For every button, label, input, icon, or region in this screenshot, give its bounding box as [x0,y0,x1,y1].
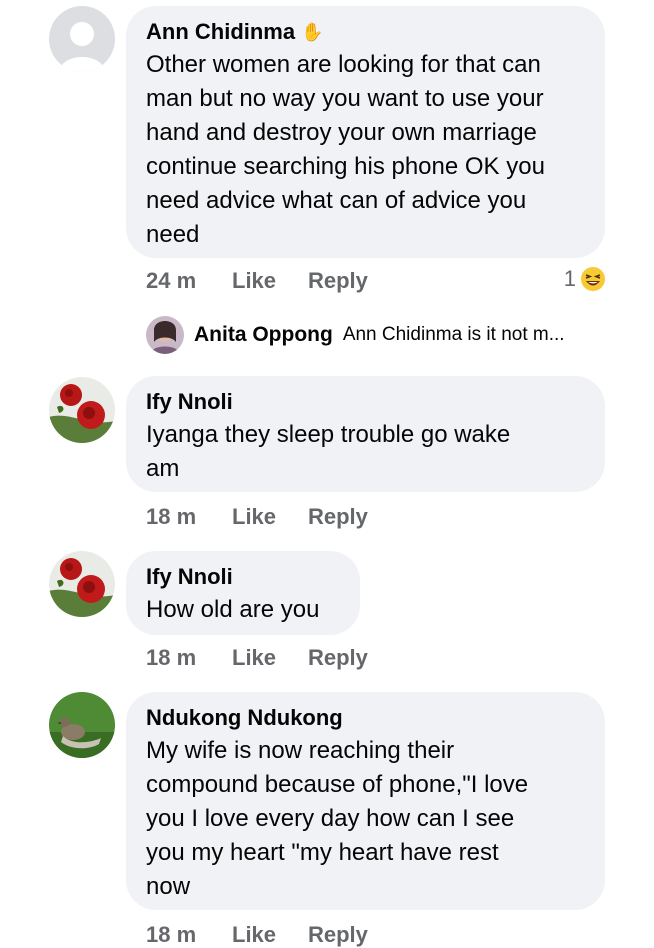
avatar[interactable] [49,377,115,443]
comment-author[interactable]: Ify Nnoli [146,388,233,416]
comment-actions: 18 m Like Reply [146,645,368,671]
reply-preview[interactable]: Anita Oppong Ann Chidinma is it not m... [146,316,565,354]
comment-bubble: Ify Nnoli How old are you [126,551,360,635]
comment-bubble: Ify Nnoli Iyanga they sleep trouble go w… [126,376,605,492]
like-button[interactable]: Like [232,922,308,948]
comment-text: My wife is now reaching their compound b… [146,734,585,904]
reply-button[interactable]: Reply [308,504,368,530]
rose-photo-icon [49,551,115,617]
reaction-summary[interactable]: 1 [564,266,606,292]
reaction-count: 1 [563,266,576,291]
avatar[interactable] [49,551,115,617]
comment-text-line: How old are you [146,596,320,623]
comment-author[interactable]: Ndukong Ndukong [146,704,343,732]
comment-actions: 18 m Like Reply [146,504,368,530]
avatar [146,316,184,354]
comment-text-line: Other women are looking for that can [146,51,541,78]
waving-hand-icon: ✋ [301,22,324,42]
default-profile-icon [49,6,115,72]
comment-text-line: continue searching his phone OK you [146,153,545,180]
comment-author[interactable]: Ify Nnoli [146,563,233,591]
comment-author-row: Ify Nnoli [146,388,585,416]
reply-author[interactable]: Anita Oppong [194,323,333,347]
reply-snippet: Ann Chidinma is it not m... [342,324,565,345]
rose-photo-icon [49,377,115,443]
comment-time: 18 m [146,922,197,947]
reply-button[interactable]: Reply [308,922,368,948]
comment-text: Other women are looking for that can man… [146,48,585,252]
comment-bubble: Ndukong Ndukong My wife is now reaching … [126,692,605,910]
avatar[interactable] [49,692,115,758]
laughing-emoji-icon [581,267,605,291]
comment-text-line: you I love every day how can I see [146,805,515,832]
avatar[interactable] [49,6,115,72]
bird-photo-icon [49,692,115,758]
comment-author-row: Ndukong Ndukong [146,704,585,732]
reply-button[interactable]: Reply [308,645,368,671]
like-button[interactable]: Like [232,504,308,530]
comment-text-line: hand and destroy your own marriage [146,119,537,146]
comment-text-line: am [146,455,180,482]
comment-time: 18 m [146,645,197,670]
like-button[interactable]: Like [232,645,308,671]
comment-text-line: compound because of phone,"I love [146,771,529,798]
comment-text-line: man but no way you want to use your [146,85,544,112]
comment-text-line: need [146,221,200,248]
comment-time: 18 m [146,504,197,529]
comment-actions: 24 m Like Reply [146,268,368,294]
comment-text-line: need advice what can of advice you [146,187,527,214]
like-button[interactable]: Like [232,268,308,294]
comment-text-line: now [146,873,191,900]
comment-bubble: Ann Chidinma ✋ Other women are looking f… [126,6,605,258]
comment-text: How old are you [146,593,340,627]
comment-actions: 18 m Like Reply [146,922,368,948]
comment-text-line: you my heart "my heart have rest [146,839,499,866]
profile-photo-icon [146,316,184,354]
reply-button[interactable]: Reply [308,268,368,294]
comment-text-line: Iyanga they sleep trouble go wake [146,421,511,448]
comment-time: 24 m [146,268,197,293]
comment-author-row: Ann Chidinma ✋ [146,18,585,46]
comment-text-line: My wife is now reaching their [146,737,455,764]
comment-author[interactable]: Ann Chidinma [146,18,295,46]
comment-author-row: Ify Nnoli [146,563,340,591]
comment-text: Iyanga they sleep trouble go wake am [146,418,585,486]
